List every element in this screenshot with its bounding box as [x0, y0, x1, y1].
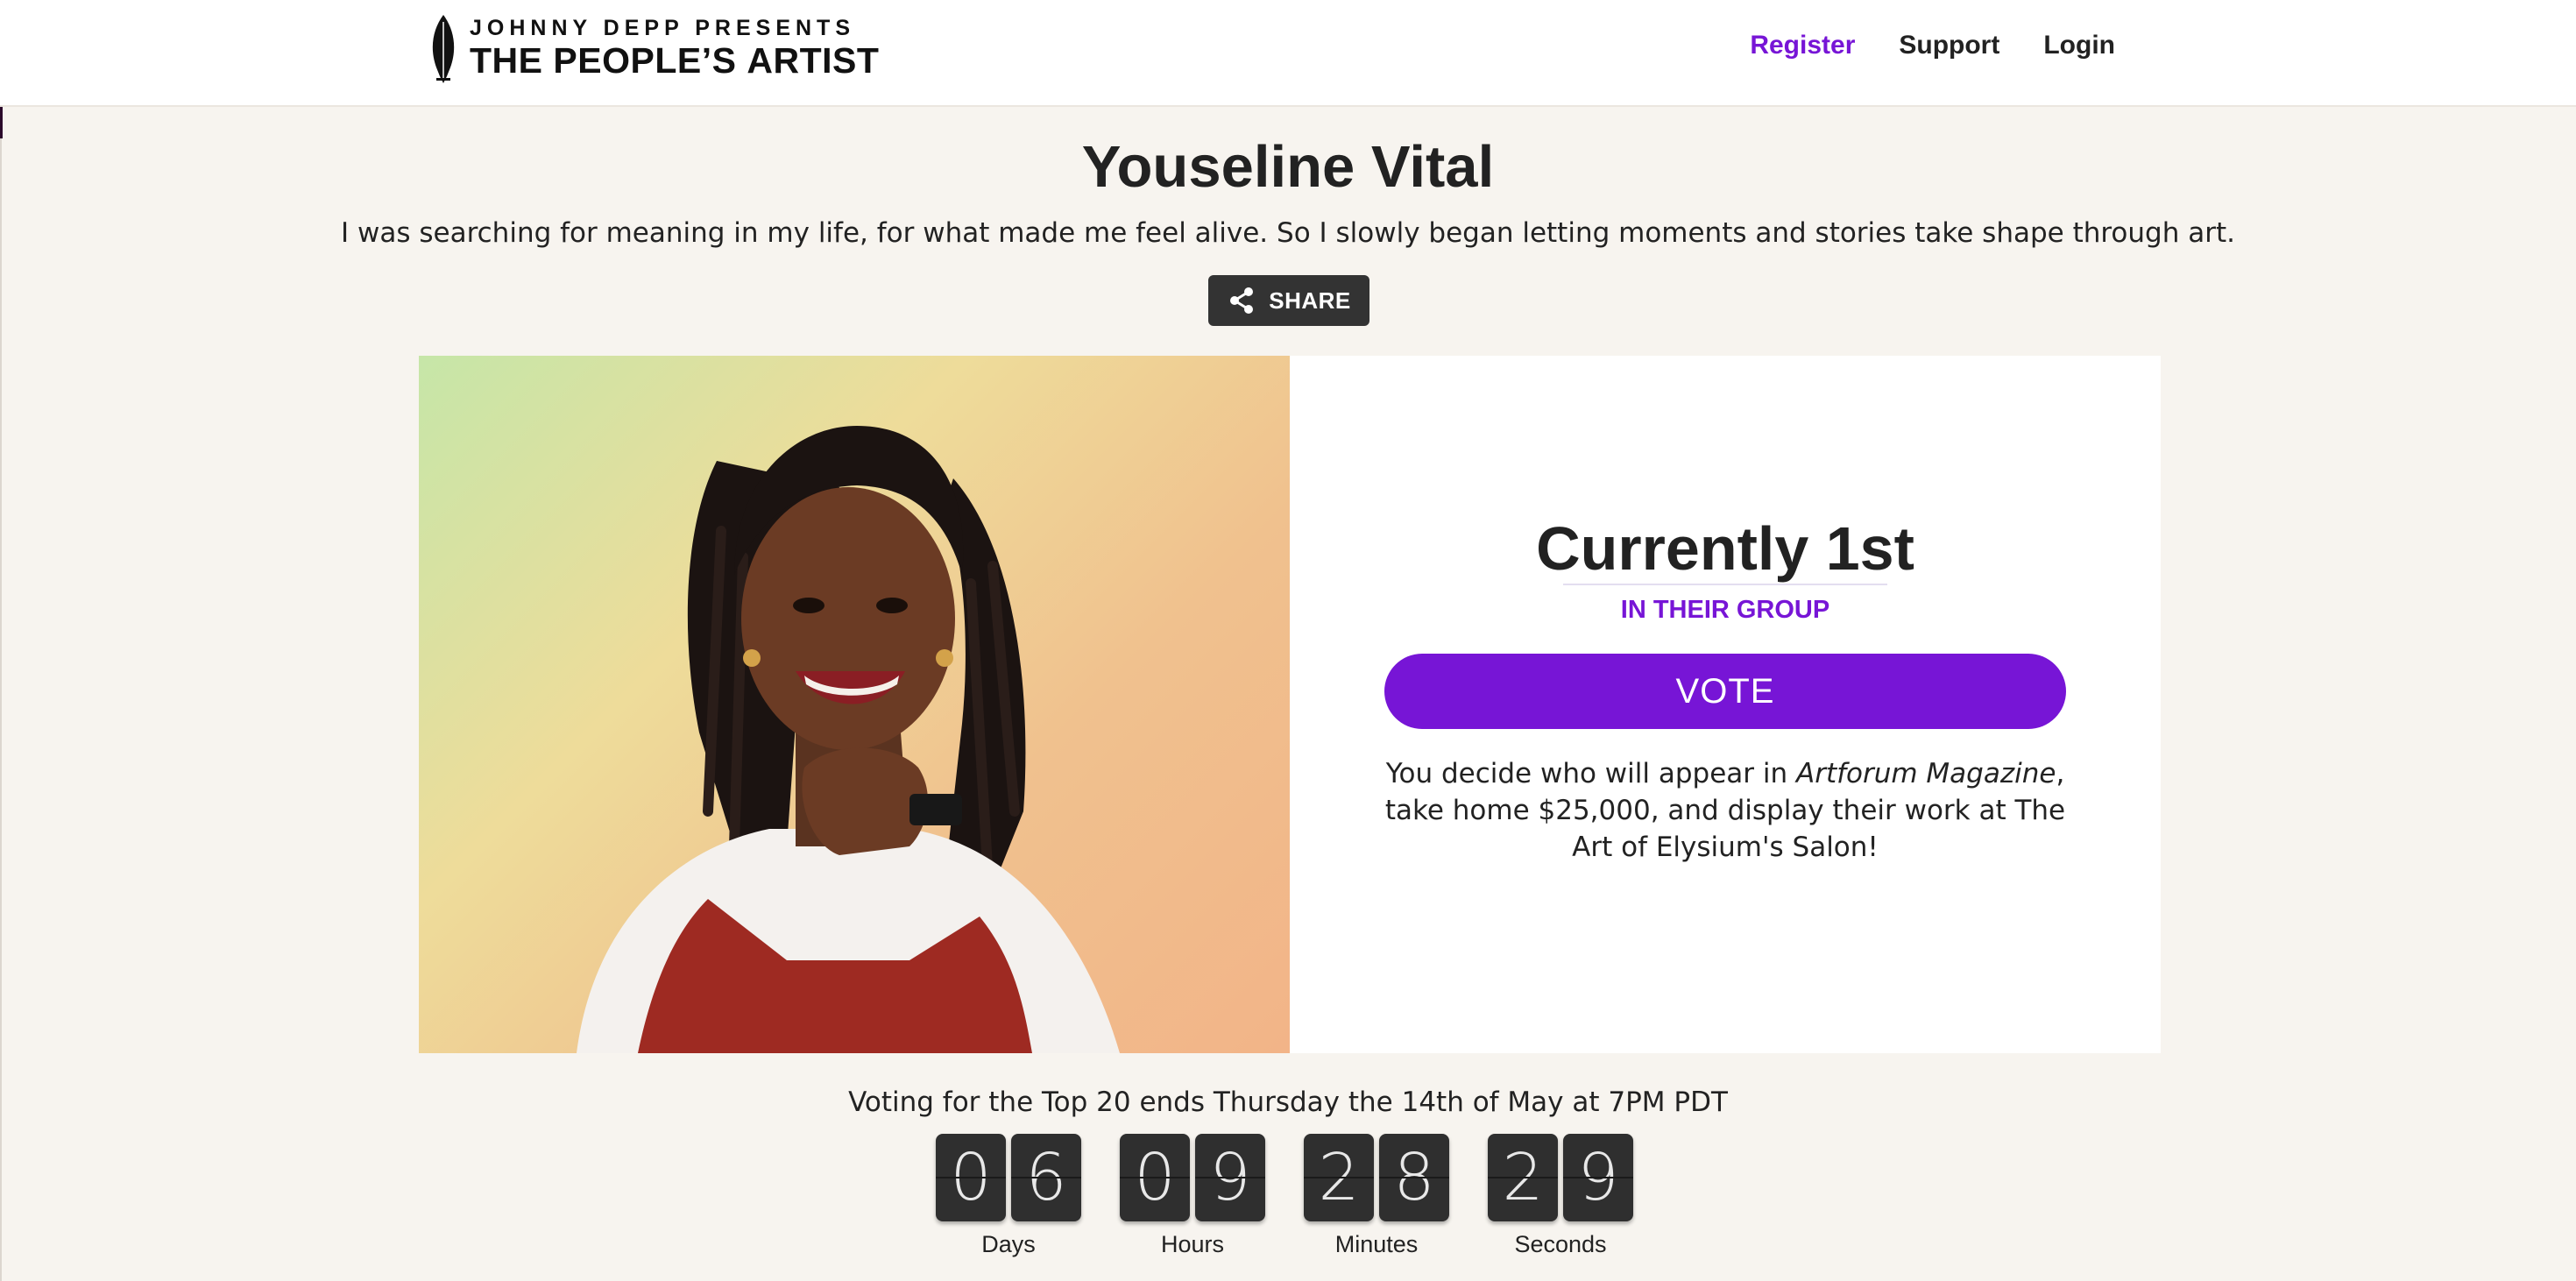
prize-blurb-prefix: You decide who will appear in [1385, 758, 1796, 789]
artist-photo [419, 356, 1290, 1053]
countdown-digit: 0 [936, 1134, 1006, 1221]
share-label: SHARE [1269, 287, 1351, 314]
countdown-timer: 0 6 Days 0 9 Hours 2 8 Minutes 2 9 Secon… [936, 1134, 1633, 1260]
share-icon [1230, 287, 1254, 314]
voting-deadline: Voting for the Top 20 ends Thursday the … [848, 1086, 1728, 1118]
countdown-hours: 0 9 Hours [1120, 1134, 1265, 1260]
quill-icon [432, 15, 455, 83]
countdown-digit: 2 [1304, 1134, 1374, 1221]
standing-panel: Currently 1st IN THEIR GROUP VOTE You de… [1290, 356, 2161, 1053]
countdown-digit: 0 [1120, 1134, 1190, 1221]
site-header: JOHNNY DEPP PRESENTS THE PEOPLE’S ARTIST… [0, 0, 2576, 107]
countdown-label: Seconds [1514, 1231, 1607, 1257]
artist-card: Currently 1st IN THEIR GROUP VOTE You de… [419, 356, 2161, 1053]
artist-bio: I was searching for meaning in my life, … [341, 217, 2235, 249]
share-button[interactable]: SHARE [1208, 275, 1369, 326]
countdown-minutes: 2 8 Minutes [1304, 1134, 1449, 1260]
countdown-digit: 8 [1379, 1134, 1449, 1221]
logo-title: THE PEOPLE’S ARTIST [470, 40, 879, 81]
prize-blurb: You decide who will appear in Artforum M… [1377, 755, 2073, 866]
countdown-label: Hours [1160, 1231, 1225, 1257]
site-logo[interactable]: JOHNNY DEPP PRESENTS THE PEOPLE’S ARTIST [428, 12, 879, 84]
rank-heading: Currently 1st [1536, 514, 1914, 583]
countdown-label: Days [981, 1231, 1036, 1257]
countdown-days: 0 6 Days [936, 1134, 1081, 1260]
countdown-seconds: 2 9 Seconds [1488, 1134, 1633, 1260]
countdown-digit: 9 [1195, 1134, 1265, 1221]
artist-name: Youseline Vital [1081, 134, 1495, 200]
logo-title-prefix: THE PEOPLE’S [470, 40, 737, 81]
group-label: IN THEIR GROUP [1620, 596, 1830, 624]
logo-tagline: JOHNNY DEPP PRESENTS [470, 16, 856, 40]
countdown-label: Minutes [1334, 1231, 1419, 1257]
countdown-digit: 6 [1011, 1134, 1081, 1221]
vote-button[interactable]: VOTE [1384, 654, 2066, 729]
countdown-digit: 2 [1488, 1134, 1558, 1221]
logo-title-emphasis: ARTIST [747, 40, 880, 81]
nav-support-link[interactable]: Support [1899, 26, 1999, 65]
main-nav: Register Support Login [1750, 26, 2115, 65]
rank-underline [1563, 584, 1887, 585]
countdown-digit: 9 [1563, 1134, 1633, 1221]
prize-blurb-magazine: Artforum Magazine [1796, 758, 2056, 789]
nav-login-link[interactable]: Login [2043, 26, 2115, 65]
nav-register-link[interactable]: Register [1750, 26, 1855, 65]
artist-portrait-illustration [577, 426, 1120, 1053]
